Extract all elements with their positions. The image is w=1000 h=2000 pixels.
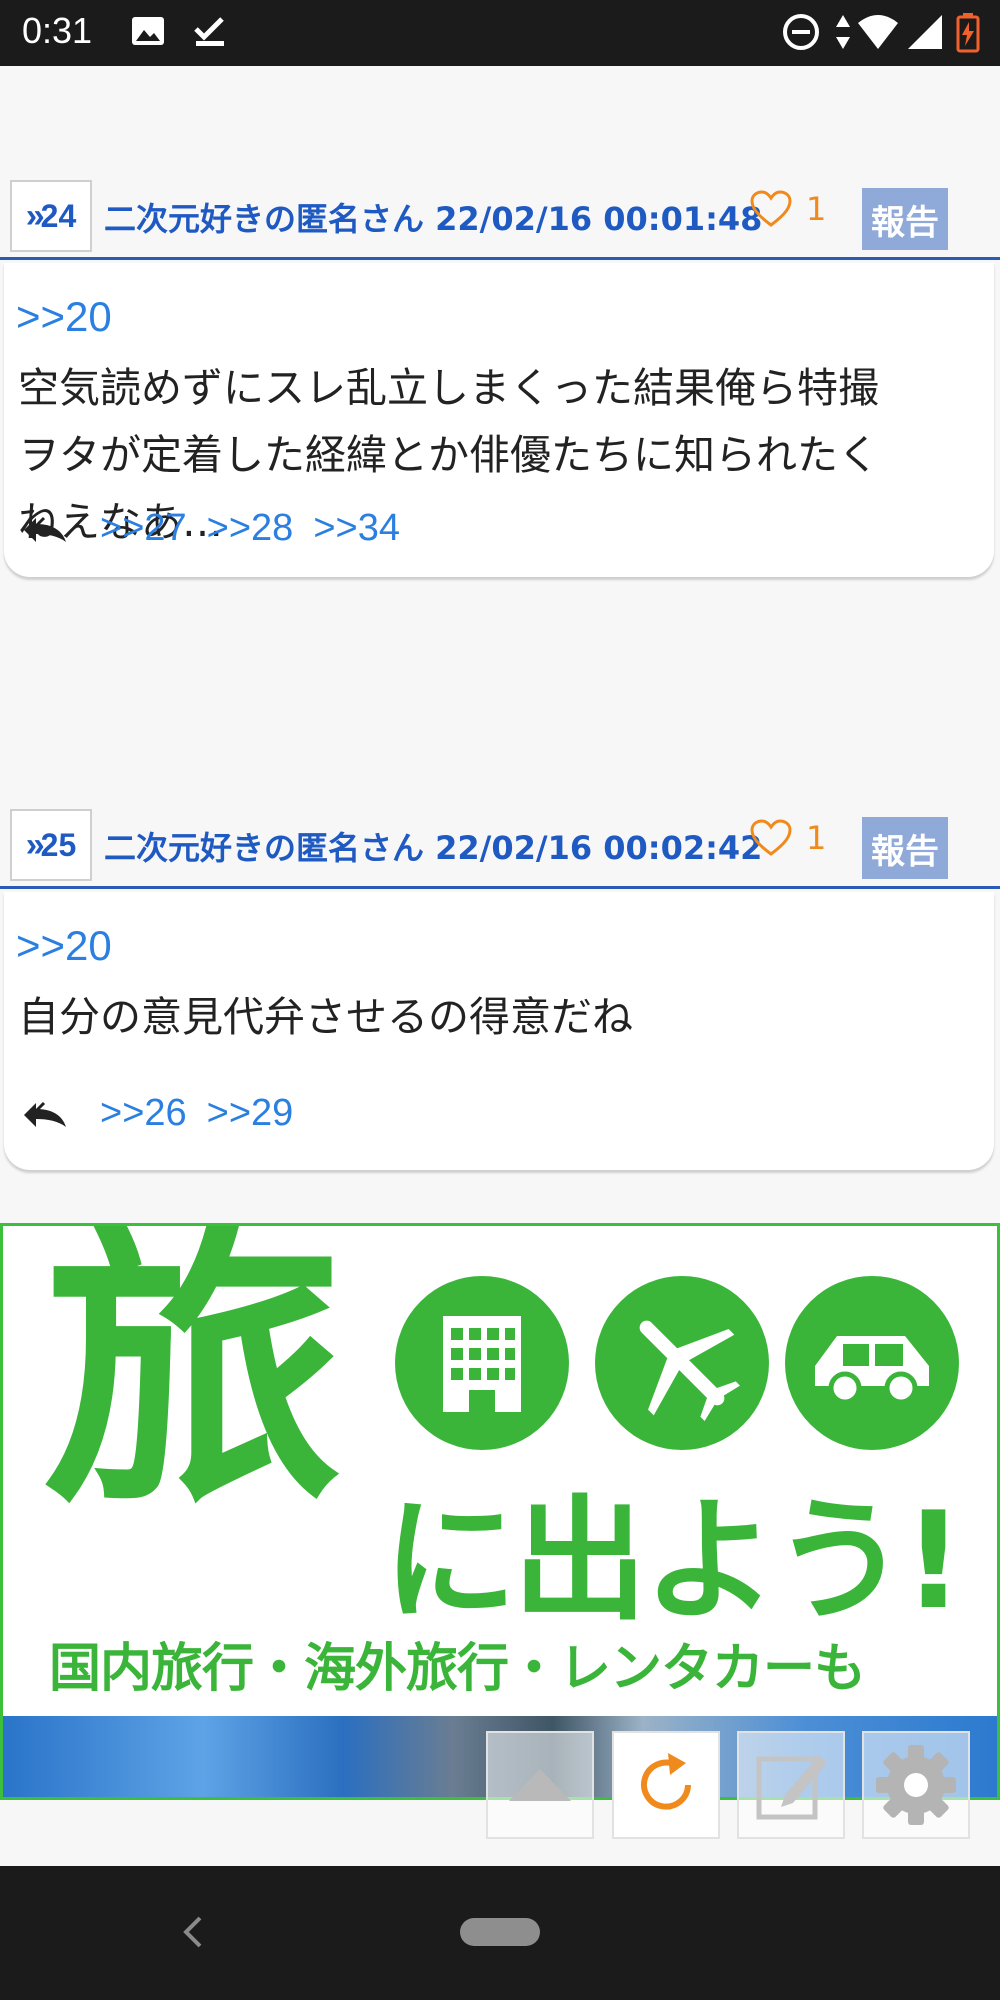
settings-button[interactable] <box>862 1731 970 1839</box>
status-time: 0:31 <box>22 10 93 51</box>
post-text-line: 空気読めずにスレ乱立しまくった結果俺ら特撮 <box>18 364 879 412</box>
chevron-right-icon: » <box>25 825 45 864</box>
report-button[interactable]: 報告 <box>862 817 948 879</box>
post-text: 自分の意見代弁させるの得意だね <box>18 984 978 1051</box>
refresh-icon <box>641 1753 691 1810</box>
like-button[interactable]: 1 <box>750 819 826 857</box>
banner-headline: に出よう! <box>383 1483 964 1639</box>
status-bar: 0:31 <box>0 0 1000 66</box>
post-text-line: ヲタが定着した経緯とか俳優たちに知られたく <box>18 431 879 479</box>
reply-link[interactable]: >>26 <box>100 1092 187 1135</box>
post-number-button[interactable]: » 25 <box>10 809 92 881</box>
anchor-link[interactable]: >>20 <box>16 922 112 970</box>
triangle-up-icon <box>509 1769 571 1801</box>
reply-link[interactable]: >>34 <box>313 507 400 550</box>
post-author-date: 二次元好きの匿名さん 22/02/16 00:02:42 <box>104 829 763 867</box>
post-body: >>20 自分の意見代弁させるの得意だね >>26 >>29 <box>4 892 994 1170</box>
reply-link[interactable]: >>28 <box>207 507 294 550</box>
post-header: » 24 二次元好きの匿名さん 22/02/16 00:01:48 1 報告 <box>0 172 1000 260</box>
cell-signal-icon <box>906 13 944 55</box>
data-arrows-icon <box>834 13 852 55</box>
checkmark-icon <box>192 13 228 53</box>
post-author-date: 二次元好きの匿名さん 22/02/16 00:01:48 <box>104 200 763 238</box>
report-button[interactable]: 報告 <box>862 188 948 250</box>
heart-icon <box>750 819 792 856</box>
post-number: 24 <box>40 197 77 234</box>
reply-all-icon <box>24 1101 66 1127</box>
airplane-icon <box>595 1276 769 1450</box>
post-number-button[interactable]: » 24 <box>10 180 92 252</box>
hotel-icon <box>395 1276 569 1450</box>
reply-link[interactable]: >>29 <box>207 1092 294 1135</box>
home-pill[interactable] <box>460 1918 540 1946</box>
reply-all-icon <box>24 516 66 542</box>
post-number: 25 <box>40 826 77 863</box>
wifi-icon <box>856 13 900 55</box>
post-body: >>20 空気読めずにスレ乱立しまくった結果俺ら特撮 ヲタが定着した経緯とか俳優… <box>4 263 994 577</box>
reply-link[interactable]: >>27 <box>100 507 187 550</box>
gear-icon <box>876 1745 956 1825</box>
back-icon[interactable] <box>180 1912 206 1952</box>
scroll-top-button[interactable] <box>486 1731 594 1839</box>
system-nav-bar <box>0 1866 1000 2000</box>
travel-banner-ad[interactable]: 旅 に出よう! 国内旅行・海外旅行・レンタカーも <box>0 1223 1000 1800</box>
image-icon <box>130 13 166 53</box>
heart-icon <box>750 190 792 227</box>
battery-charging-icon <box>956 13 980 57</box>
post-text-line: 自分の意見代弁させるの得意だね <box>18 993 633 1041</box>
car-icon <box>785 1276 959 1450</box>
like-count: 1 <box>806 819 827 857</box>
banner-big-character: 旅 <box>43 1223 343 1544</box>
reply-list: >>26 >>29 <box>22 1092 313 1135</box>
edit-button[interactable] <box>737 1731 845 1839</box>
like-button[interactable]: 1 <box>750 190 826 228</box>
refresh-button[interactable] <box>612 1731 720 1839</box>
reply-list: >>27 >>28 >>34 <box>22 507 420 550</box>
edit-icon <box>756 1755 827 1820</box>
banner-subline: 国内旅行・海外旅行・レンタカーも <box>49 1639 866 1699</box>
chevron-right-icon: » <box>25 196 45 235</box>
post-header: » 25 二次元好きの匿名さん 22/02/16 00:02:42 1 報告 <box>0 801 1000 889</box>
like-count: 1 <box>806 190 827 228</box>
do-not-disturb-icon <box>782 13 820 55</box>
anchor-link[interactable]: >>20 <box>16 293 112 341</box>
